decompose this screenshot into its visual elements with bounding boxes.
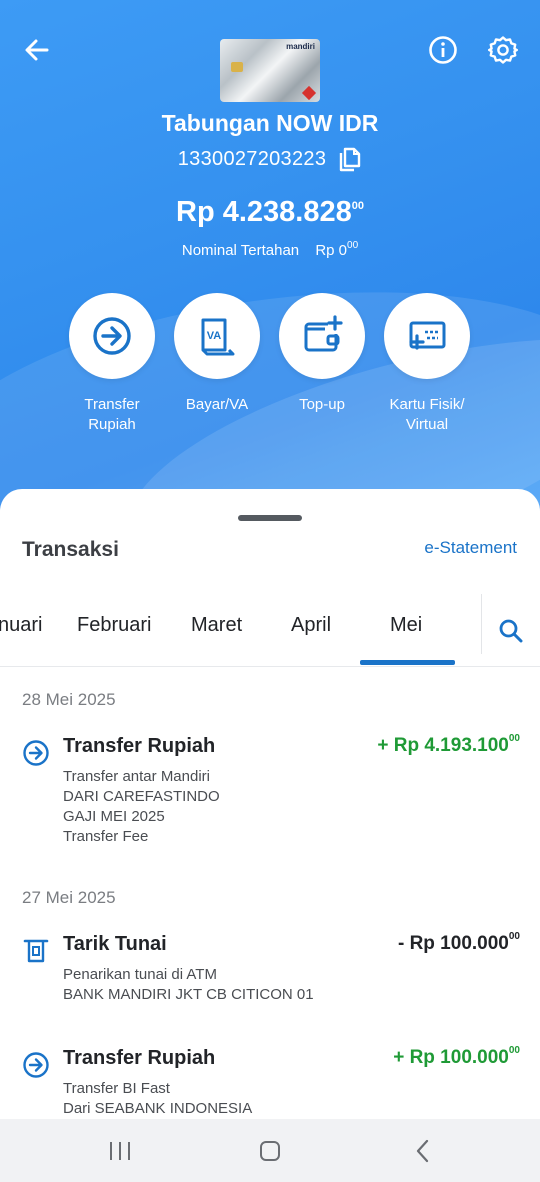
transfer-icon: [93, 317, 131, 355]
wallet-icon: [304, 315, 343, 352]
home-icon: [260, 1141, 280, 1161]
action-bayar-va[interactable]: VA Bayar/VA: [162, 293, 272, 415]
card-chip: [231, 62, 243, 72]
account-name: Tabungan NOW IDR: [161, 110, 379, 136]
estatement-link[interactable]: e-Statement: [424, 538, 517, 558]
transaction-amount: + Rp 100.00000: [393, 1045, 520, 1069]
action-circle[interactable]: [69, 293, 155, 379]
description-line: BANK MANDIRI JKT CB CITICON 01: [63, 986, 314, 1003]
transaction-title: Transfer Rupiah: [63, 1047, 216, 1069]
transaction-item[interactable]: Transfer Rupiah + Rp 100.00000 Transfer …: [0, 1045, 540, 1119]
description-line: Dari SEABANK INDONESIA: [63, 1100, 253, 1117]
amount-value: + Rp 4.193.100: [377, 735, 509, 756]
action-label: Transfer Rupiah: [84, 396, 140, 433]
description-line: Penarikan tunai di ATM: [63, 966, 217, 983]
amount-value: + Rp 100.000: [393, 1047, 509, 1068]
description-line: Transfer antar Mandiri: [63, 768, 210, 785]
back-nav-button[interactable]: [403, 1135, 443, 1167]
transaction-description: Transfer antar Mandiri DARI CAREFASTINDO…: [63, 767, 220, 847]
tab-month-april[interactable]: April: [291, 614, 331, 637]
action-label: Top-up: [299, 396, 345, 413]
balance-display: Rp 4.238.82800: [0, 196, 540, 229]
card-logo: [301, 85, 317, 101]
action-circle[interactable]: VA: [174, 293, 260, 379]
card-icon: [409, 321, 446, 350]
atm-icon: [23, 939, 49, 963]
tab-month-mei[interactable]: Mei: [390, 614, 422, 637]
recent-apps-icon: [110, 1142, 130, 1160]
tab-month-februari[interactable]: Februari: [77, 614, 151, 637]
date-header: 27 Mei 2025: [22, 888, 116, 907]
settings-button[interactable]: [483, 30, 523, 70]
account-number: 1330027203223: [177, 147, 327, 170]
action-label: Bayar/VA: [185, 396, 249, 413]
amount-cents: 00: [508, 1045, 520, 1056]
arrow-left-icon: [25, 39, 49, 61]
amount-value: - Rp 100.000: [397, 933, 509, 954]
va-icon: VA: [201, 318, 235, 356]
action-transfer-rupiah[interactable]: Transfer Rupiah: [57, 293, 167, 435]
amount-cents: 00: [508, 733, 520, 744]
chevron-left-icon: [416, 1139, 429, 1163]
action-kartu-fisik-virtual[interactable]: Kartu Fisik/ Virtual: [372, 293, 482, 435]
tab-month-maret[interactable]: Maret: [191, 614, 242, 637]
transaction-title: Tarik Tunai: [63, 933, 167, 955]
transaction-amount: + Rp 4.193.10000: [377, 733, 520, 757]
drag-handle[interactable]: [238, 515, 302, 521]
transfer-icon: [23, 1052, 49, 1078]
copy-icon[interactable]: [338, 146, 362, 172]
tab-month-januari[interactable]: nuari: [0, 614, 42, 637]
balance-cents: 00: [351, 200, 364, 212]
divider: [481, 594, 482, 654]
account-number-row: 1330027203223: [0, 146, 540, 172]
sheet-title: Transaksi: [22, 538, 119, 561]
info-button[interactable]: [423, 30, 463, 70]
action-top-up[interactable]: Top-up: [267, 293, 377, 415]
svg-text:VA: VA: [207, 330, 222, 342]
date-header: 28 Mei 2025: [22, 690, 116, 709]
action-circle[interactable]: [384, 293, 470, 379]
transaction-description: Transfer BI Fast Dari SEABANK INDONESIA: [63, 1079, 252, 1119]
search-icon: [499, 619, 523, 643]
action-label: Kartu Fisik/ Virtual: [389, 396, 465, 433]
transaction-description: Penarikan tunai di ATM BANK MANDIRI JKT …: [63, 965, 314, 1005]
transaction-title: Transfer Rupiah: [63, 735, 216, 757]
action-circle[interactable]: [279, 293, 365, 379]
month-tabs: nuari Februari Maret April Mei: [0, 594, 540, 667]
transaction-item[interactable]: Tarik Tunai - Rp 100.00000 Penarikan tun…: [0, 931, 540, 1013]
description-line: Transfer Fee: [63, 828, 149, 845]
transfer-icon: [23, 740, 49, 766]
account-header: mandiri Tabungan NOW IDR 1330027203223 R…: [0, 0, 540, 540]
description-line: Transfer BI Fast: [63, 1080, 170, 1097]
search-button[interactable]: [494, 614, 528, 648]
gear-icon: [488, 36, 518, 64]
amount-cents: 00: [508, 931, 520, 942]
transactions-sheet: Transaksi e-Statement nuari Februari Mar…: [0, 489, 540, 1119]
transaction-amount: - Rp 100.00000: [397, 931, 520, 955]
recent-apps-button[interactable]: [100, 1135, 140, 1167]
description-line: DARI CAREFASTINDO: [63, 788, 220, 805]
balance-amount: Rp 4.238.828: [176, 196, 352, 228]
info-icon: [429, 36, 457, 64]
hold-amount-row: Nominal Tertahan Rp 000: [0, 240, 540, 259]
hold-value: Rp 0: [315, 242, 348, 259]
card-thumbnail: mandiri: [220, 39, 320, 102]
selected-month-indicator: [360, 660, 455, 665]
back-button[interactable]: [17, 30, 57, 70]
home-button[interactable]: [250, 1135, 290, 1167]
hold-cents: 00: [347, 240, 359, 251]
description-line: GAJI MEI 2025: [63, 808, 165, 825]
system-nav-bar: [0, 1119, 540, 1182]
hold-label: Nominal Tertahan: [181, 242, 300, 259]
transaction-item[interactable]: Transfer Rupiah + Rp 4.193.10000 Transfe…: [0, 733, 540, 847]
card-brand-label: mandiri: [286, 42, 315, 51]
